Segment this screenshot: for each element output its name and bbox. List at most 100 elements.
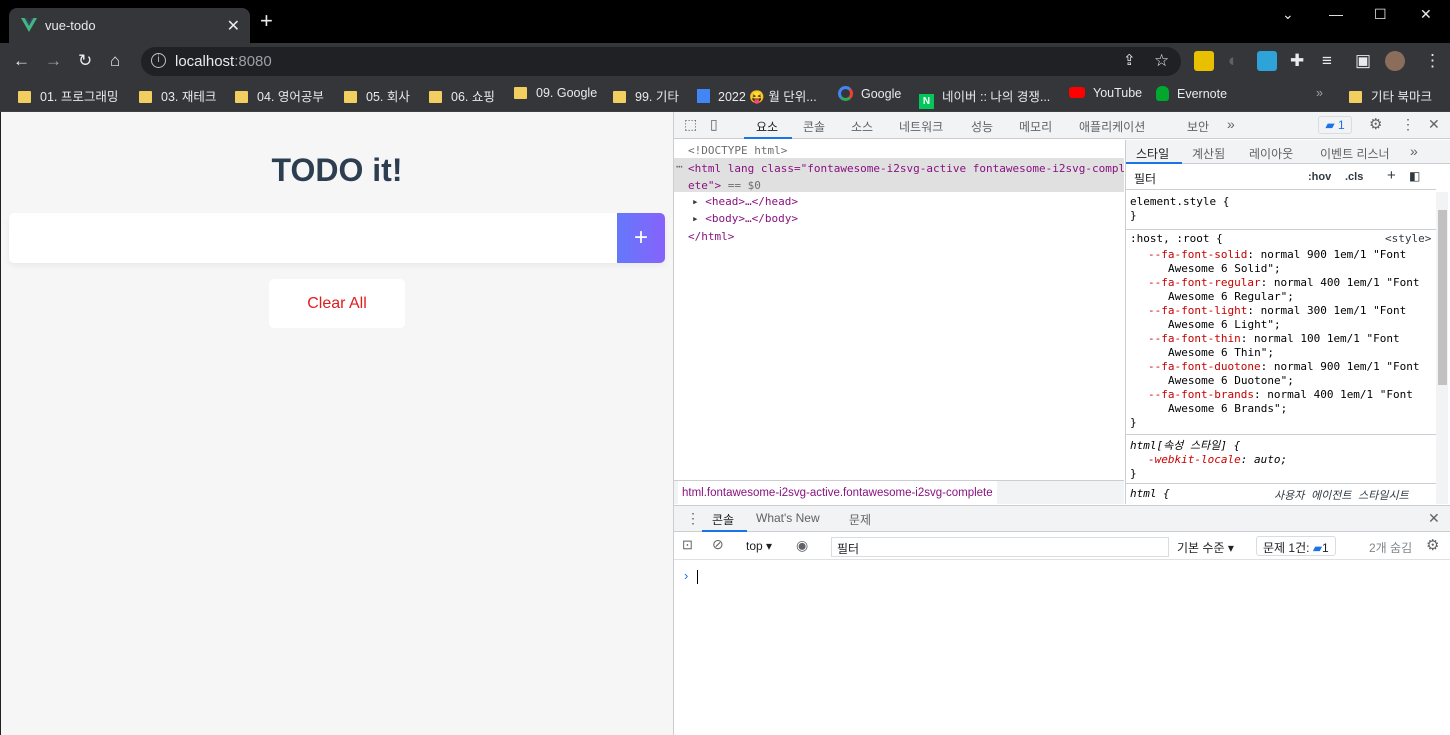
new-rule-icon[interactable]: + xyxy=(1387,167,1396,184)
head-node[interactable]: ▸ <head>…</head> xyxy=(692,195,798,208)
address-bar[interactable]: i localhost:8080 ⇪ ☆ xyxy=(141,47,1181,76)
bookmark-item[interactable]: Evernote xyxy=(1156,86,1227,101)
tab-security[interactable]: 보안 xyxy=(1187,118,1209,135)
styles-filter-input[interactable]: 필터 xyxy=(1130,168,1295,187)
cls-toggle[interactable]: .cls xyxy=(1345,171,1363,183)
issues-badge[interactable]: ▰ 1 xyxy=(1318,116,1352,134)
console-input[interactable] xyxy=(696,564,1446,586)
more-bookmarks-icon[interactable]: » xyxy=(1316,86,1323,100)
side-panel-icon[interactable]: ▣ xyxy=(1355,52,1371,70)
html-node[interactable]: <html lang class="fontawesome-i2svg-acti… xyxy=(688,160,1126,194)
drawer-tab-whats-new[interactable]: What's New xyxy=(756,511,820,525)
console-filter-input[interactable]: 필터 xyxy=(831,537,1169,557)
clear-console-icon[interactable]: ⊘ xyxy=(712,536,724,553)
sidebar-toggle-icon[interactable]: ⊡ xyxy=(682,537,693,553)
bookmark-item[interactable]: Google xyxy=(838,86,901,101)
browser-tab[interactable]: vue-todo ✕ xyxy=(9,8,250,43)
home-icon[interactable]: ⌂ xyxy=(110,52,120,70)
new-tab-icon[interactable]: + xyxy=(260,10,273,32)
style-source-link[interactable]: <style> xyxy=(1385,232,1431,245)
clear-all-button[interactable]: Clear All xyxy=(269,279,405,328)
back-icon[interactable]: ← xyxy=(13,52,30,70)
close-drawer-icon[interactable]: ✕ xyxy=(1428,510,1440,527)
devtools-menu-icon[interactable]: ⋮ xyxy=(1401,116,1415,133)
tab-search-icon[interactable]: ⌄ xyxy=(1282,6,1294,23)
reload-icon[interactable]: ↻ xyxy=(78,52,92,70)
bookmark-item[interactable]: 기타 북마크 xyxy=(1349,86,1432,105)
css-variable[interactable]: --fa-font-thin: normal 100 1em/1 "Font xyxy=(1148,332,1400,345)
breadcrumb-item[interactable]: html.fontawesome-i2svg-active.fontawesom… xyxy=(678,481,997,505)
tab-application[interactable]: 애플리케이션 xyxy=(1079,118,1145,135)
bookmark-item[interactable]: 09. Google xyxy=(514,86,597,100)
css-variable[interactable]: --fa-font-brands: normal 400 1em/1 "Font xyxy=(1148,388,1413,401)
close-devtools-icon[interactable]: ✕ xyxy=(1428,116,1440,133)
css-variable[interactable]: --fa-font-light: normal 300 1em/1 "Font xyxy=(1148,304,1406,317)
save-extension-icon[interactable] xyxy=(1257,51,1277,71)
extension-icon[interactable]: ◐ xyxy=(1228,52,1238,70)
extension-icon[interactable] xyxy=(1194,51,1214,71)
toggle-sidebar-icon[interactable]: ◧ xyxy=(1409,169,1420,183)
more-tabs-icon[interactable]: » xyxy=(1227,116,1235,132)
maximize-icon[interactable]: ☐ xyxy=(1374,6,1387,23)
user-agent-rule[interactable]: html { xyxy=(1130,487,1170,500)
menu-icon[interactable]: ⋮ xyxy=(1424,52,1441,70)
hov-toggle[interactable]: :hov xyxy=(1308,171,1331,183)
drawer-tab-issues[interactable]: 문제 xyxy=(849,511,871,528)
bookmark-item[interactable]: 03. 재테크 xyxy=(139,86,216,105)
attribute-style-rule[interactable]: html[속성 스타일] { xyxy=(1130,437,1240,453)
close-tab-icon[interactable]: ✕ xyxy=(227,16,240,36)
context-select[interactable]: top ▾ xyxy=(746,539,772,553)
bookmark-item[interactable]: YouTube xyxy=(1069,86,1142,100)
log-level-select[interactable]: 기본 수준 ▾ xyxy=(1177,539,1234,556)
close-window-icon[interactable]: ✕ xyxy=(1420,6,1432,23)
bookmark-item[interactable]: 01. 프로그래밍 xyxy=(18,86,118,105)
css-variable[interactable]: --fa-font-duotone: normal 900 1em/1 "Fon… xyxy=(1148,360,1420,373)
tab-event-listeners[interactable]: 이벤트 리스너 xyxy=(1320,145,1390,162)
extensions-puzzle-icon[interactable]: ✚ xyxy=(1290,52,1304,70)
tab-elements[interactable]: 요소 xyxy=(756,118,778,135)
tab-sources[interactable]: 소스 xyxy=(851,118,873,135)
settings-gear-icon[interactable]: ⚙ xyxy=(1369,115,1382,133)
todo-input[interactable] xyxy=(9,213,665,263)
tab-layout[interactable]: 레이아웃 xyxy=(1249,145,1293,162)
bookmark-star-icon[interactable]: ☆ xyxy=(1154,52,1169,70)
html-close-node[interactable]: </html> xyxy=(688,230,734,243)
root-rule-selector[interactable]: :host, :root { xyxy=(1130,232,1223,245)
eye-icon[interactable]: ◉ xyxy=(796,537,808,554)
bookmark-item[interactable]: 99. 기타 xyxy=(613,86,679,105)
device-toolbar-icon[interactable]: ▯ xyxy=(710,116,718,133)
css-property[interactable]: -webkit-locale: auto; xyxy=(1148,453,1287,466)
bookmark-item[interactable]: 04. 영어공부 xyxy=(235,86,324,105)
tab-console[interactable]: 콘솔 xyxy=(803,118,825,135)
body-node[interactable]: ▸ <body>…</body> xyxy=(692,212,798,225)
more-tabs-icon[interactable]: » xyxy=(1410,143,1418,159)
doctype-node[interactable]: <!DOCTYPE html> xyxy=(688,144,787,157)
forward-icon[interactable]: → xyxy=(45,52,62,70)
minimize-icon[interactable]: — xyxy=(1329,6,1343,22)
css-variable[interactable]: --fa-font-regular: normal 400 1em/1 "Fon… xyxy=(1148,276,1420,289)
tab-performance[interactable]: 성능 xyxy=(971,118,993,135)
expand-triangle-icon[interactable]: ▸ xyxy=(692,195,699,208)
bookmark-item[interactable]: 2022 😝 월 단위... xyxy=(697,86,817,105)
css-variable[interactable]: --fa-font-solid: normal 900 1em/1 "Font xyxy=(1148,248,1406,261)
issues-button[interactable]: 문제 1건: ▰1 xyxy=(1256,536,1336,556)
drawer-menu-icon[interactable]: ⋮ xyxy=(686,510,700,527)
inspect-element-icon[interactable]: ⬚ xyxy=(684,116,697,133)
tab-network[interactable]: 네트워크 xyxy=(899,118,943,135)
profile-avatar[interactable] xyxy=(1385,51,1405,71)
bookmark-item[interactable]: 06. 쇼핑 xyxy=(429,86,495,105)
styles-scrollbar[interactable] xyxy=(1436,192,1448,504)
drawer-tab-console[interactable]: 콘솔 xyxy=(712,511,734,528)
bookmark-item[interactable]: 05. 회사 xyxy=(344,86,410,105)
tab-computed[interactable]: 계산됨 xyxy=(1192,145,1225,162)
expand-triangle-icon[interactable]: ▸ xyxy=(692,212,699,225)
share-icon[interactable]: ⇪ xyxy=(1123,52,1136,70)
bookmark-item[interactable]: N 네이버 :: 나의 경쟁... xyxy=(919,86,1050,109)
tab-styles[interactable]: 스타일 xyxy=(1136,145,1169,162)
element-style-rule[interactable]: element.style { xyxy=(1130,195,1229,208)
site-info-icon[interactable]: i xyxy=(151,53,166,68)
console-settings-gear-icon[interactable]: ⚙ xyxy=(1426,536,1439,554)
scrollbar-thumb[interactable] xyxy=(1438,210,1447,385)
add-todo-button[interactable]: + xyxy=(617,213,665,263)
media-queue-icon[interactable]: ≡ xyxy=(1322,52,1332,70)
